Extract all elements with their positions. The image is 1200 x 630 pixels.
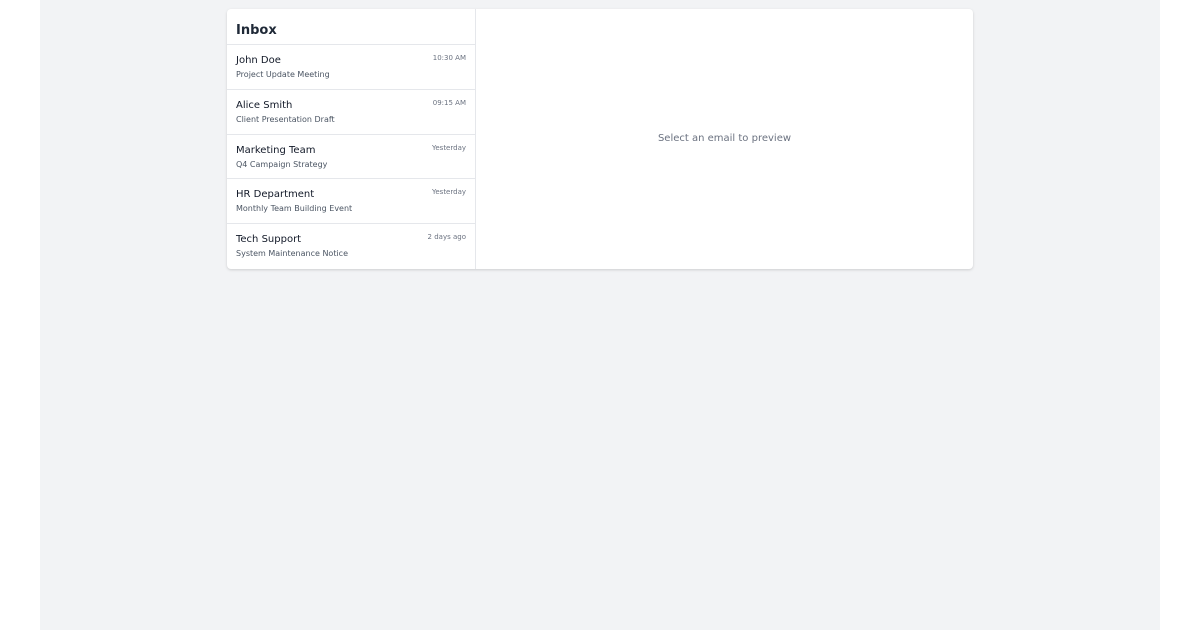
- email-time: 09:15 AM: [432, 98, 466, 107]
- email-subject: Project Update Meeting: [236, 69, 330, 79]
- email-list-item[interactable]: Marketing Team Q4 Campaign Strategy Yest…: [227, 135, 475, 180]
- email-subject: Q4 Campaign Strategy: [236, 159, 328, 169]
- email-time: Yesterday: [432, 143, 466, 152]
- inbox-list: Inbox John Doe Project Update Meeting 10…: [227, 9, 476, 269]
- email-list-item[interactable]: Tech Support System Maintenance Notice 2…: [227, 224, 475, 269]
- inbox-title: Inbox: [236, 23, 277, 38]
- preview-placeholder-text: Select an email to preview: [657, 132, 792, 144]
- email-time: Yesterday: [432, 188, 466, 197]
- email-time: 10:30 AM: [432, 53, 466, 62]
- email-list-item[interactable]: HR Department Monthly Team Building Even…: [227, 179, 475, 225]
- page-background: Inbox John Doe Project Update Meeting 10…: [40, 0, 1160, 630]
- email-sender: Alice Smith: [236, 99, 293, 111]
- email-list-item[interactable]: Alice Smith Client Presentation Draft 09…: [227, 90, 475, 135]
- email-subject: System Maintenance Notice: [236, 249, 348, 259]
- email-sender: John Doe: [236, 54, 281, 66]
- mail-panel: Inbox John Doe Project Update Meeting 10…: [227, 9, 973, 269]
- email-list-item[interactable]: John Doe Project Update Meeting 10:30 AM: [227, 45, 475, 90]
- email-subject: Client Presentation Draft: [236, 114, 335, 124]
- inbox-header: Inbox: [227, 9, 475, 45]
- email-preview-pane: Select an email to preview: [476, 9, 973, 269]
- email-time: 2 days ago: [427, 233, 466, 242]
- email-subject: Monthly Team Building Event: [236, 204, 353, 214]
